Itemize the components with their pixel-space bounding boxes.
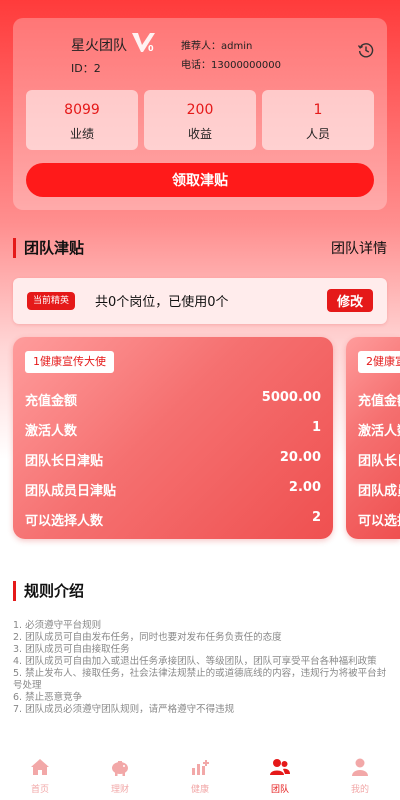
- position-row: 可以选择人数 2: [25, 510, 321, 530]
- stat-label: 业绩: [69, 127, 94, 141]
- referrer-info: 推荐人：admin: [181, 41, 253, 52]
- rules-section-title: 规则介绍: [13, 581, 84, 601]
- tab-label: 健康: [190, 785, 209, 795]
- svg-text:0: 0: [148, 44, 154, 53]
- row-key: 激活人数: [358, 424, 400, 439]
- row-key: 可以选择人数: [25, 514, 104, 529]
- rule-item: 7. 团队成员必须遵守团队规则，请严格遵守不得违规: [13, 704, 235, 715]
- position-row: 团队成员日津贴: [358, 480, 400, 500]
- position-row: 充值金额: [358, 390, 400, 410]
- team-icon: [270, 759, 290, 775]
- row-value: 20.00: [279, 450, 321, 465]
- tab-mine[interactable]: 我的: [320, 750, 400, 800]
- tab-label: 首页: [30, 785, 49, 795]
- row-key: 团队成员日津贴: [25, 484, 117, 499]
- rule-item: 2. 团队成员可自由发布任务，同时也要对发布任务负责任的态度: [13, 632, 282, 643]
- rule-item: 5. 禁止发布人、接取任务，社会法律法规禁止的或道德底线的内容，违规行为将被平台…: [13, 668, 387, 691]
- position-title: 1健康宣传大使: [25, 351, 114, 373]
- tab-finance[interactable]: 理财: [80, 750, 160, 800]
- health-chart-icon: [192, 760, 209, 775]
- team-id: ID：2: [71, 62, 101, 75]
- team-info-card: 星火团队 0 ID：2 推荐人：admin 电话：13000000000 809…: [13, 18, 387, 210]
- row-key: 团队长日津贴: [358, 454, 400, 469]
- stat-value: 1: [313, 102, 323, 118]
- piggy-bank-icon: [112, 761, 128, 776]
- quota-text: 共0个岗位，已使用0个: [95, 295, 229, 310]
- tab-label: 团队: [270, 785, 289, 795]
- current-level-badge: 当前精英: [27, 292, 76, 310]
- row-value: 5000.00: [261, 390, 321, 405]
- row-key: 可以选择人数: [358, 514, 400, 529]
- rule-item: 1. 必须遵守平台规则: [13, 620, 102, 631]
- rules-list: 1. 必须遵守平台规则 2. 团队成员可自由发布任务，同时也要对发布任务负责任的…: [13, 620, 389, 716]
- row-key: 激活人数: [25, 424, 78, 439]
- edit-button[interactable]: 修改: [327, 289, 373, 312]
- tab-team[interactable]: 团队: [240, 750, 320, 800]
- stat-label: 收益: [187, 127, 212, 141]
- row-key: 团队长日津贴: [25, 454, 104, 469]
- phone-info: 电话：13000000000: [181, 60, 281, 71]
- position-row: 可以选择人数: [358, 510, 400, 530]
- tab-health[interactable]: 健康: [160, 750, 240, 800]
- position-row: 激活人数: [358, 420, 400, 440]
- tab-home[interactable]: 首页: [0, 750, 80, 800]
- history-clock-icon[interactable]: [357, 41, 375, 59]
- position-title: 2健康宣传大使: [358, 351, 400, 373]
- stat-value: 200: [186, 102, 214, 118]
- allowance-section-title: 团队津贴: [13, 238, 84, 258]
- claim-allowance-button[interactable]: 领取津贴: [26, 163, 374, 197]
- position-row: 团队长日津贴 20.00: [25, 450, 321, 470]
- rule-item: 3. 团队成员可自由接取任务: [13, 644, 130, 655]
- stat-earnings: 200 收益: [144, 90, 256, 150]
- team-detail-link[interactable]: 团队详情: [331, 238, 387, 258]
- position-row: 团队长日津贴: [358, 450, 400, 470]
- position-card[interactable]: 1健康宣传大使 充值金额 5000.00 激活人数 1 团队长日津贴 20.00…: [13, 337, 333, 539]
- row-key: 团队成员日津贴: [358, 484, 400, 499]
- vip-level-badge-icon: 0: [132, 33, 155, 53]
- row-value: 2: [311, 510, 321, 525]
- home-icon: [31, 759, 49, 775]
- row-key: 充值金额: [358, 394, 400, 409]
- tab-label: 理财: [110, 785, 129, 795]
- tab-label: 我的: [350, 785, 369, 795]
- position-card[interactable]: 2健康宣传大使 充值金额 激活人数 团队长日津贴 团队成员日津贴 可以选择人数: [346, 337, 400, 539]
- row-key: 充值金额: [25, 394, 78, 409]
- stat-performance: 8099 业绩: [26, 90, 138, 150]
- team-name: 星火团队: [71, 38, 127, 54]
- position-row: 充值金额 5000.00: [25, 390, 321, 410]
- rule-item: 6. 禁止恶意竞争: [13, 692, 83, 703]
- stat-label: 人员: [305, 127, 330, 141]
- quota-bar: 当前精英 共0个岗位，已使用0个 修改: [13, 278, 387, 324]
- bottom-tab-bar: 首页 理财 健康 团队 我的: [0, 750, 400, 800]
- rule-item: 4. 团队成员可自由加入或退出任务承接团队、等级团队，团队可享受平台各种福利政策: [13, 656, 377, 667]
- stat-value: 8099: [64, 102, 100, 118]
- stat-members: 1 人员: [262, 90, 374, 150]
- row-value: 1: [311, 420, 321, 435]
- position-row: 激活人数 1: [25, 420, 321, 440]
- user-icon: [352, 758, 368, 776]
- position-row: 团队成员日津贴 2.00: [25, 480, 321, 500]
- row-value: 2.00: [288, 480, 321, 495]
